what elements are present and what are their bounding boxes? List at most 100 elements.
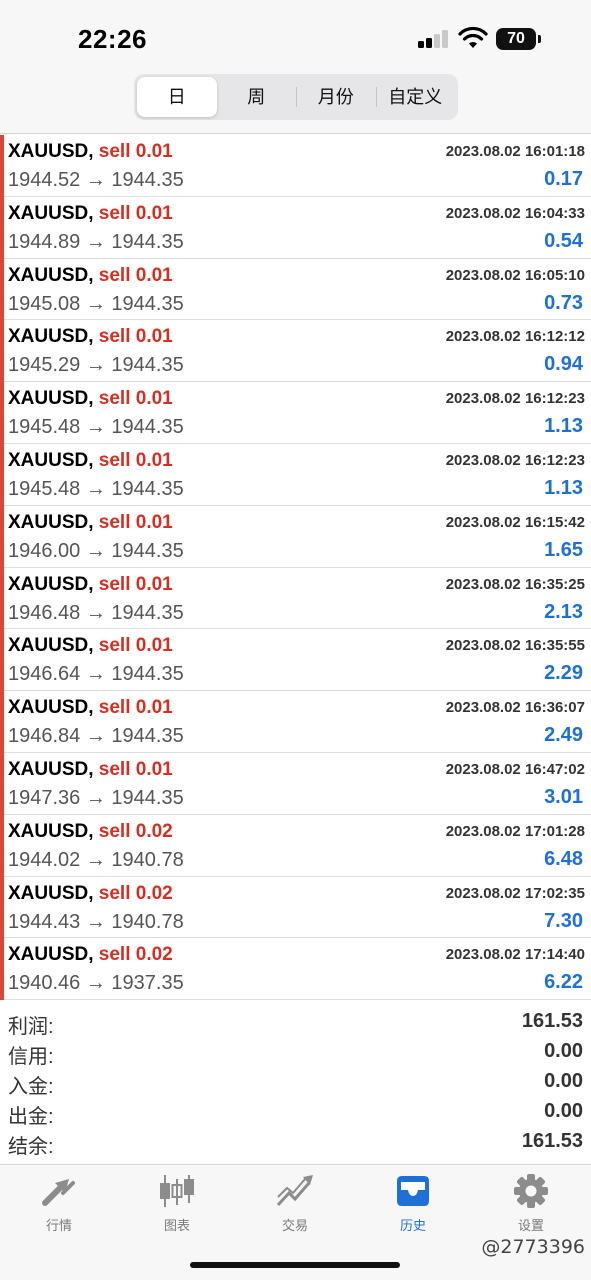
- tab-chart-label: 图表: [163, 1218, 190, 1233]
- trade-symbol-text: XAUUSD,: [8, 202, 94, 224]
- trade-profit: 2.13: [544, 600, 583, 623]
- summary-label: 入金:: [8, 1076, 54, 1098]
- trade-side: sell 0.01: [98, 573, 173, 595]
- trade-row[interactable]: XAUUSD, sell 0.01 2023.08.02 16:12:12 1945…: [0, 320, 591, 383]
- trade-row[interactable]: XAUUSD, sell 0.02 2023.08.02 17:14:40 1940…: [0, 938, 591, 1001]
- tab-week[interactable]: 周: [217, 77, 297, 117]
- tab-quotes[interactable]: 行情: [0, 1173, 118, 1239]
- trade-time: 2023.08.02 16:12:23: [445, 451, 585, 469]
- trade-time: 2023.08.02 16:01:18: [445, 143, 585, 160]
- summary-value: 0.00: [544, 1100, 583, 1122]
- summary-value: 0.00: [544, 1040, 583, 1062]
- trade-profit: 0.94: [544, 353, 583, 376]
- trade-history-list: XAUUSD, sell 0.01 2023.08.02 16:01:18 1944…: [0, 135, 591, 1001]
- trade-symbol-text: XAUUSD,: [8, 264, 94, 286]
- trade-prices: 1944.52 → 1944.35: [8, 169, 184, 191]
- trade-row[interactable]: XAUUSD, sell 0.01 2023.08.02 16:12:23 1945…: [0, 382, 591, 444]
- trade-symbol: XAUUSD, sell 0.01: [8, 450, 173, 472]
- trade-prices: 1945.48 → 1944.35: [8, 477, 184, 500]
- trade-time: 2023.08.02 17:14:40: [445, 946, 585, 964]
- gear-icon: [514, 1174, 548, 1208]
- trade-symbol-text: XAUUSD,: [8, 449, 94, 471]
- trade-symbol-text: XAUUSD,: [8, 511, 94, 533]
- trade-prices: 1946.00 → 1944.35: [8, 539, 184, 562]
- trade-side: sell 0.01: [98, 511, 173, 533]
- trade-side: sell 0.02: [98, 820, 173, 842]
- trade-row[interactable]: XAUUSD, sell 0.01 2023.08.02 16:04:33 1944…: [0, 196, 591, 259]
- history-inbox-icon: [397, 1176, 429, 1206]
- tab-custom[interactable]: 自定义: [375, 77, 456, 117]
- trade-symbol: XAUUSD, sell 0.02: [8, 821, 173, 843]
- trade-row[interactable]: XAUUSD, sell 0.01 2023.08.02 16:36:07 1946…: [0, 691, 591, 753]
- trade-symbol: XAUUSD, sell 0.01: [8, 265, 173, 287]
- tab-history[interactable]: 历史: [354, 1173, 472, 1239]
- trade-symbol: XAUUSD, sell 0.01: [8, 203, 173, 225]
- trade-prices: 1946.64 → 1944.35: [8, 663, 184, 686]
- trade-symbol-text: XAUUSD,: [8, 141, 94, 162]
- trade-profit: 3.01: [544, 785, 583, 808]
- trade-prices: 1946.48 → 1944.35: [8, 601, 184, 624]
- trade-prices: 1947.36 → 1944.35: [8, 786, 184, 809]
- trade-profit: 6.22: [544, 971, 583, 994]
- trade-symbol: XAUUSD, sell 0.02: [8, 883, 173, 905]
- trade-time: 2023.08.02 16:36:07: [445, 699, 585, 717]
- trade-time: 2023.08.02 17:02:35: [445, 884, 585, 902]
- tab-settings-label: 设置: [517, 1218, 544, 1233]
- summary-label: 结余:: [8, 1136, 54, 1158]
- trade-row[interactable]: XAUUSD, sell 0.01 2023.08.02 16:35:25 1946…: [0, 567, 591, 630]
- wifi-icon: [458, 26, 488, 48]
- summary-value: 161.53: [521, 1130, 583, 1152]
- watermark-text: @2773396: [481, 1236, 585, 1258]
- summary-label: 出金:: [8, 1106, 54, 1128]
- trade-row[interactable]: XAUUSD, sell 0.01 2023.08.02 16:12:23 1945…: [0, 443, 591, 506]
- trade-time: 2023.08.02 16:12:23: [445, 390, 585, 408]
- trade-prices: 1940.46 → 1937.35: [8, 972, 184, 995]
- home-indicator[interactable]: [190, 1262, 400, 1268]
- trade-row[interactable]: XAUUSD, sell 0.01 2023.08.02 16:15:42 1946…: [0, 505, 591, 568]
- trade-row[interactable]: XAUUSD, sell 0.02 2023.08.02 17:02:35 1944…: [0, 876, 591, 939]
- summary-row: 利润: 161.53: [0, 1010, 591, 1040]
- tab-trade[interactable]: 交易: [236, 1173, 354, 1239]
- tab-chart[interactable]: 图表: [118, 1173, 236, 1239]
- tab-month[interactable]: 月份: [296, 77, 376, 117]
- trade-symbol: XAUUSD, sell 0.02: [8, 944, 173, 966]
- trade-symbol: XAUUSD, sell 0.01: [8, 697, 173, 719]
- summary-value: 0.00: [544, 1070, 583, 1092]
- summary-label: 利润:: [8, 1016, 54, 1038]
- trade-side: sell 0.01: [98, 388, 173, 410]
- trade-profit: 0.17: [544, 168, 583, 190]
- tab-settings[interactable]: 设置: [472, 1173, 590, 1239]
- trade-row[interactable]: XAUUSD, sell 0.02 2023.08.02 17:01:28 1944…: [0, 814, 591, 877]
- trade-side: sell 0.01: [98, 449, 173, 471]
- trade-row[interactable]: XAUUSD, sell 0.01 2023.08.02 16:05:10 1945…: [0, 258, 591, 321]
- trade-time: 2023.08.02 17:01:28: [445, 822, 585, 840]
- trade-profit: 0.73: [544, 291, 583, 314]
- trade-side: sell 0.01: [98, 758, 173, 780]
- trade-symbol: XAUUSD, sell 0.01: [8, 388, 173, 410]
- trade-symbol-text: XAUUSD,: [8, 820, 94, 842]
- trade-trend-icon: [276, 1175, 313, 1207]
- trade-symbol-text: XAUUSD,: [8, 758, 94, 780]
- trade-prices: 1946.84 → 1944.35: [8, 725, 184, 748]
- account-summary: 利润: 161.53 信用: 0.00 入金: 0.00 出金: 0.00 结余: 161.53: [0, 1010, 591, 1160]
- trade-side: sell 0.02: [98, 882, 173, 904]
- trade-time: 2023.08.02 16:12:12: [445, 328, 585, 346]
- trade-prices: 1944.43 → 1940.78: [8, 910, 184, 933]
- summary-value: 161.53: [521, 1010, 583, 1032]
- tab-quotes-label: 行情: [45, 1218, 72, 1233]
- trade-profit: 0.54: [544, 229, 583, 252]
- trade-time: 2023.08.02 16:47:02: [445, 760, 585, 778]
- trade-profit: 1.13: [544, 415, 583, 438]
- tab-day[interactable]: 日: [137, 77, 217, 117]
- trade-row[interactable]: XAUUSD, sell 0.01 2023.08.02 16:01:18 1944…: [0, 135, 591, 197]
- status-bar: 22:26 70: [0, 0, 591, 70]
- period-segmented-control: 日 周 月份 自定义: [134, 74, 458, 120]
- trade-symbol: XAUUSD, sell 0.01: [8, 759, 173, 781]
- trade-side: sell 0.01: [98, 264, 173, 286]
- trade-side: sell 0.02: [98, 944, 173, 966]
- trade-row[interactable]: XAUUSD, sell 0.01 2023.08.02 16:35:55 1946…: [0, 629, 591, 692]
- trade-prices: 1944.02 → 1940.78: [8, 848, 184, 871]
- trade-time: 2023.08.02 16:04:33: [445, 204, 585, 222]
- trade-row[interactable]: XAUUSD, sell 0.01 2023.08.02 16:47:02 1947…: [0, 752, 591, 815]
- trade-symbol-text: XAUUSD,: [8, 697, 94, 719]
